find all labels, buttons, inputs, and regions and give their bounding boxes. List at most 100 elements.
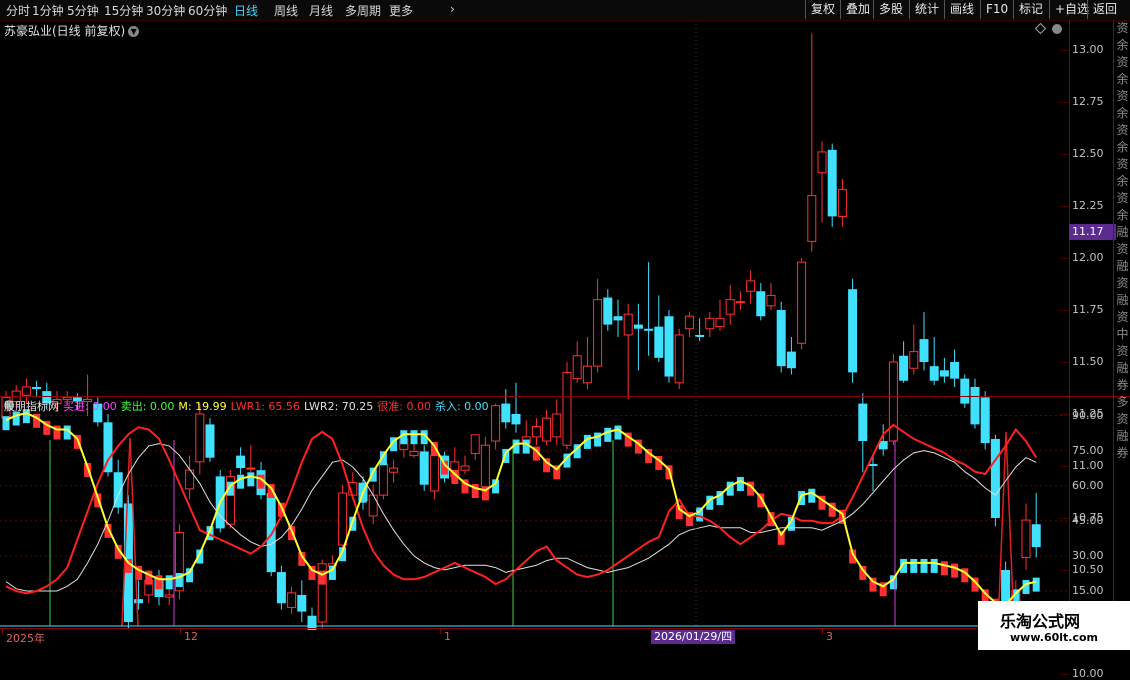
candle bbox=[623, 303, 633, 400]
candle bbox=[460, 455, 470, 475]
candle bbox=[746, 270, 756, 304]
indicator-value-2: M: 19.99 bbox=[178, 400, 227, 413]
candle bbox=[134, 580, 144, 610]
indicator-bar bbox=[410, 430, 418, 445]
candle bbox=[297, 580, 307, 622]
candle bbox=[593, 278, 603, 373]
candle bbox=[817, 141, 827, 223]
indicator-bar bbox=[736, 477, 744, 492]
candle bbox=[480, 436, 490, 491]
current-price-tag: 11.17 bbox=[1069, 224, 1116, 240]
price-axis-label: 12.00 bbox=[1072, 251, 1104, 264]
indicator-header[interactable]: 股朋指标网 买进: 0.00 卖出: 0.00 M: 19.99 LWR1: 65.56… bbox=[4, 398, 493, 414]
candle bbox=[990, 434, 1000, 527]
side-strip-glyph: 资 bbox=[1116, 276, 1129, 290]
candle bbox=[246, 445, 256, 473]
candle bbox=[470, 434, 480, 460]
candle bbox=[205, 418, 215, 462]
candle bbox=[185, 455, 195, 500]
indicator-bar bbox=[400, 430, 408, 445]
candle bbox=[684, 312, 694, 338]
side-strip-glyph: 融 bbox=[1116, 361, 1129, 375]
candle bbox=[960, 374, 970, 408]
side-strip-glyph: 资 bbox=[1116, 55, 1129, 69]
side-strip-glyph: 券 bbox=[1116, 378, 1129, 392]
cursor-date-tag: 2026/01/29/四 bbox=[651, 630, 736, 644]
indicator-value-1: 卖出: 0.00 bbox=[120, 400, 175, 413]
candle bbox=[970, 378, 980, 429]
side-strip-glyph: 融 bbox=[1116, 293, 1129, 307]
side-strip-glyph: 资 bbox=[1116, 157, 1129, 171]
price-axis-label: 11.75 bbox=[1072, 303, 1104, 316]
price-axis-label: 11.50 bbox=[1072, 355, 1104, 368]
price-gridline bbox=[1060, 154, 1069, 155]
side-strip-glyph: 中 bbox=[1116, 327, 1129, 341]
candle bbox=[491, 403, 501, 450]
candle bbox=[542, 409, 552, 446]
candle bbox=[674, 328, 684, 390]
side-strip-glyph: 资 bbox=[1116, 123, 1129, 137]
lwr2-line bbox=[5, 443, 1037, 592]
indicator-axis-label: 30.00 bbox=[1072, 548, 1104, 562]
indicator-name: 股朋指标网 bbox=[4, 400, 59, 413]
toolbar-button-8[interactable]: 返回 bbox=[1087, 0, 1122, 19]
candle bbox=[776, 301, 786, 373]
candle bbox=[307, 607, 317, 630]
side-strip-glyph: 资 bbox=[1116, 89, 1129, 103]
price-gridline bbox=[1060, 102, 1069, 103]
side-strip-glyph: 资 bbox=[1116, 191, 1129, 205]
indicator-value-3: LWR1: 65.56 bbox=[230, 400, 300, 413]
indicator-bar bbox=[930, 558, 938, 573]
candle bbox=[531, 418, 541, 446]
price-gridline bbox=[1060, 414, 1069, 415]
candle bbox=[725, 285, 735, 325]
candle bbox=[613, 299, 623, 338]
candle bbox=[225, 470, 235, 529]
candle bbox=[644, 262, 654, 356]
indicator-bar bbox=[614, 425, 622, 440]
candle bbox=[429, 449, 439, 500]
side-strip-glyph: 余 bbox=[1116, 106, 1129, 120]
indicator-bar bbox=[522, 439, 530, 454]
side-strip-glyph: 券 bbox=[1116, 446, 1129, 460]
date-axis-label: 2025年 bbox=[6, 632, 45, 645]
right-side-panel-strip[interactable]: 资余资余资余资余资余资余融资融资融资中资融券多资融券 bbox=[1113, 20, 1130, 650]
price-axis-divider bbox=[1069, 20, 1070, 632]
candle bbox=[980, 391, 990, 450]
candle bbox=[664, 310, 674, 383]
candle bbox=[287, 586, 297, 614]
indicator-axis-label: 90.00 bbox=[1072, 408, 1104, 422]
candle bbox=[511, 382, 521, 433]
candle bbox=[32, 380, 42, 398]
indicator-bar bbox=[808, 488, 816, 503]
price-axis-label: 13.00 bbox=[1072, 43, 1104, 56]
side-strip-glyph: 资 bbox=[1116, 412, 1129, 426]
indicator-value-4: LWR2: 70.25 bbox=[303, 400, 374, 413]
candle bbox=[338, 484, 348, 558]
indicator-axis-label: 15.00 bbox=[1072, 584, 1104, 597]
settings-icon[interactable] bbox=[1052, 24, 1062, 34]
side-strip-glyph: 余 bbox=[1116, 72, 1129, 86]
candle bbox=[195, 403, 205, 475]
watermark-logo: 乐淘公式网 www.60lt.com bbox=[978, 601, 1130, 650]
date-tick bbox=[822, 629, 823, 634]
price-chart-canvas[interactable] bbox=[0, 0, 1069, 630]
side-strip-glyph: 余 bbox=[1116, 174, 1129, 188]
candle bbox=[950, 349, 960, 387]
indicator-bar bbox=[237, 474, 245, 489]
candle bbox=[837, 178, 847, 227]
indicator-bar bbox=[940, 561, 948, 576]
date-tick bbox=[180, 629, 181, 634]
candle bbox=[633, 303, 643, 371]
candle bbox=[562, 362, 572, 450]
candle bbox=[756, 282, 766, 321]
diamond-icon[interactable] bbox=[1034, 22, 1047, 35]
candle bbox=[317, 559, 327, 629]
price-axis-label: 12.50 bbox=[1072, 147, 1104, 160]
price-gridline bbox=[1060, 570, 1069, 571]
side-strip-glyph: 多 bbox=[1116, 395, 1129, 409]
candle bbox=[735, 291, 745, 310]
indicator-bar bbox=[920, 558, 928, 573]
candle bbox=[929, 337, 939, 385]
side-strip-glyph: 融 bbox=[1116, 259, 1129, 273]
